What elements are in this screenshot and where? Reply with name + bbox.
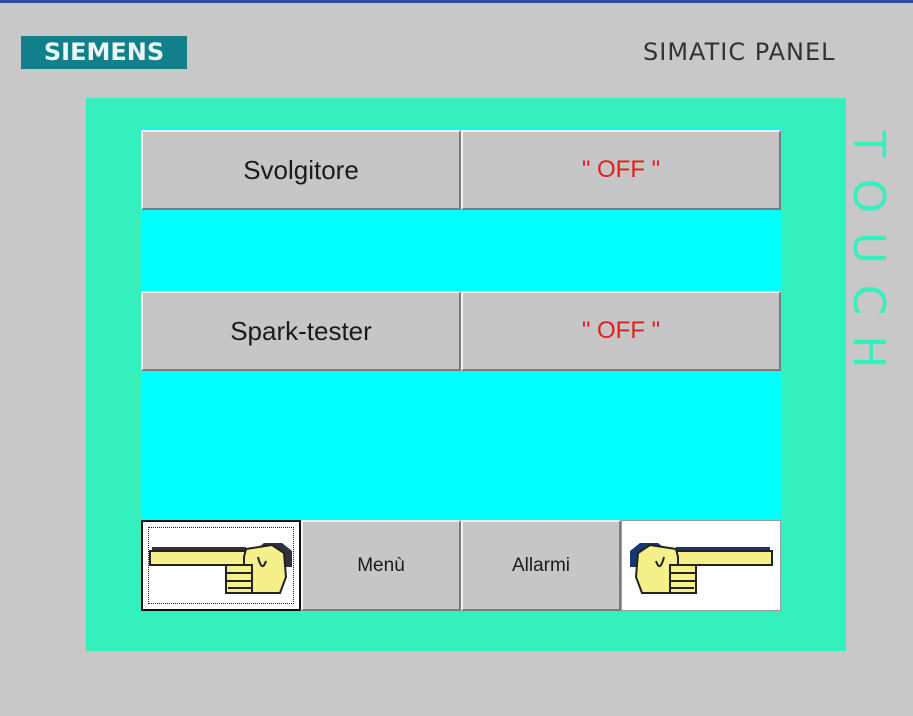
window-top-border — [0, 0, 913, 3]
touch-letter: H — [843, 335, 894, 369]
device-row-svolgitore: Svolgitore " OFF " — [141, 130, 781, 210]
bottom-nav-bar: Menù Allarmi — [141, 520, 781, 611]
touch-letter: O — [843, 178, 894, 214]
pointing-hand-left-icon — [149, 542, 292, 594]
touch-letter: U — [843, 231, 894, 265]
siemens-logo: SIEMENS — [21, 36, 187, 69]
menu-button[interactable]: Menù — [301, 520, 461, 611]
alarms-button[interactable]: Allarmi — [461, 520, 621, 611]
svolgitore-button[interactable]: Svolgitore — [141, 130, 461, 210]
touch-letter: C — [843, 284, 894, 316]
touch-label: T O U C H — [843, 118, 894, 378]
forward-button[interactable] — [621, 520, 781, 611]
pointing-hand-right-icon — [630, 542, 773, 594]
back-button[interactable] — [141, 520, 301, 611]
spark-tester-status-button[interactable]: " OFF " — [461, 291, 781, 371]
panel-model-label: SIMATIC PANEL — [643, 38, 836, 66]
hmi-screen: Svolgitore " OFF " Spark-tester " OFF " … — [141, 128, 781, 611]
svolgitore-status-button[interactable]: " OFF " — [461, 130, 781, 210]
touch-letter: T — [843, 130, 894, 158]
spark-tester-button[interactable]: Spark-tester — [141, 291, 461, 371]
device-row-spark-tester: Spark-tester " OFF " — [141, 291, 781, 371]
